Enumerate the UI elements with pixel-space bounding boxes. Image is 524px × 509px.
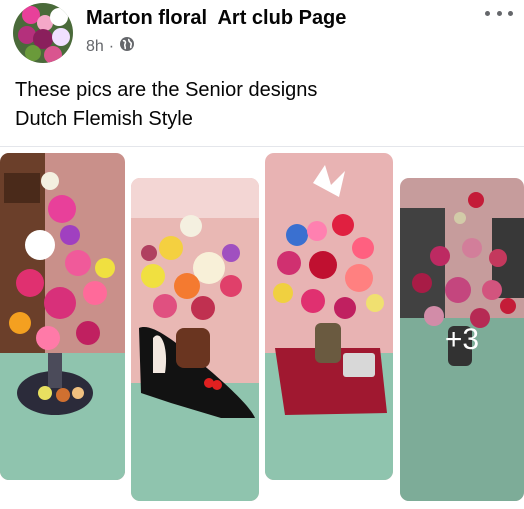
more-photos-count[interactable]: +3 — [400, 178, 524, 501]
globe-icon — [119, 36, 135, 58]
photo-2[interactable] — [131, 178, 259, 501]
photo-1[interactable] — [0, 153, 125, 480]
post-text: These pics are the Senior designs Dutch … — [15, 76, 317, 134]
post-text-line-1: These pics are the Senior designs — [15, 79, 318, 101]
divider — [0, 146, 524, 147]
post-time[interactable]: 8h — [86, 37, 104, 57]
photo-3[interactable] — [265, 153, 393, 480]
page-avatar[interactable] — [13, 3, 73, 63]
post-meta: 8h · — [86, 36, 135, 58]
more-options-icon[interactable] — [483, 4, 515, 22]
post-text-line-2: Dutch Flemish Style — [15, 108, 193, 130]
meta-separator: · — [108, 38, 115, 55]
page-name-link[interactable]: Marton floral Art club Page — [86, 6, 346, 30]
photo-4[interactable]: +3 — [400, 178, 524, 501]
